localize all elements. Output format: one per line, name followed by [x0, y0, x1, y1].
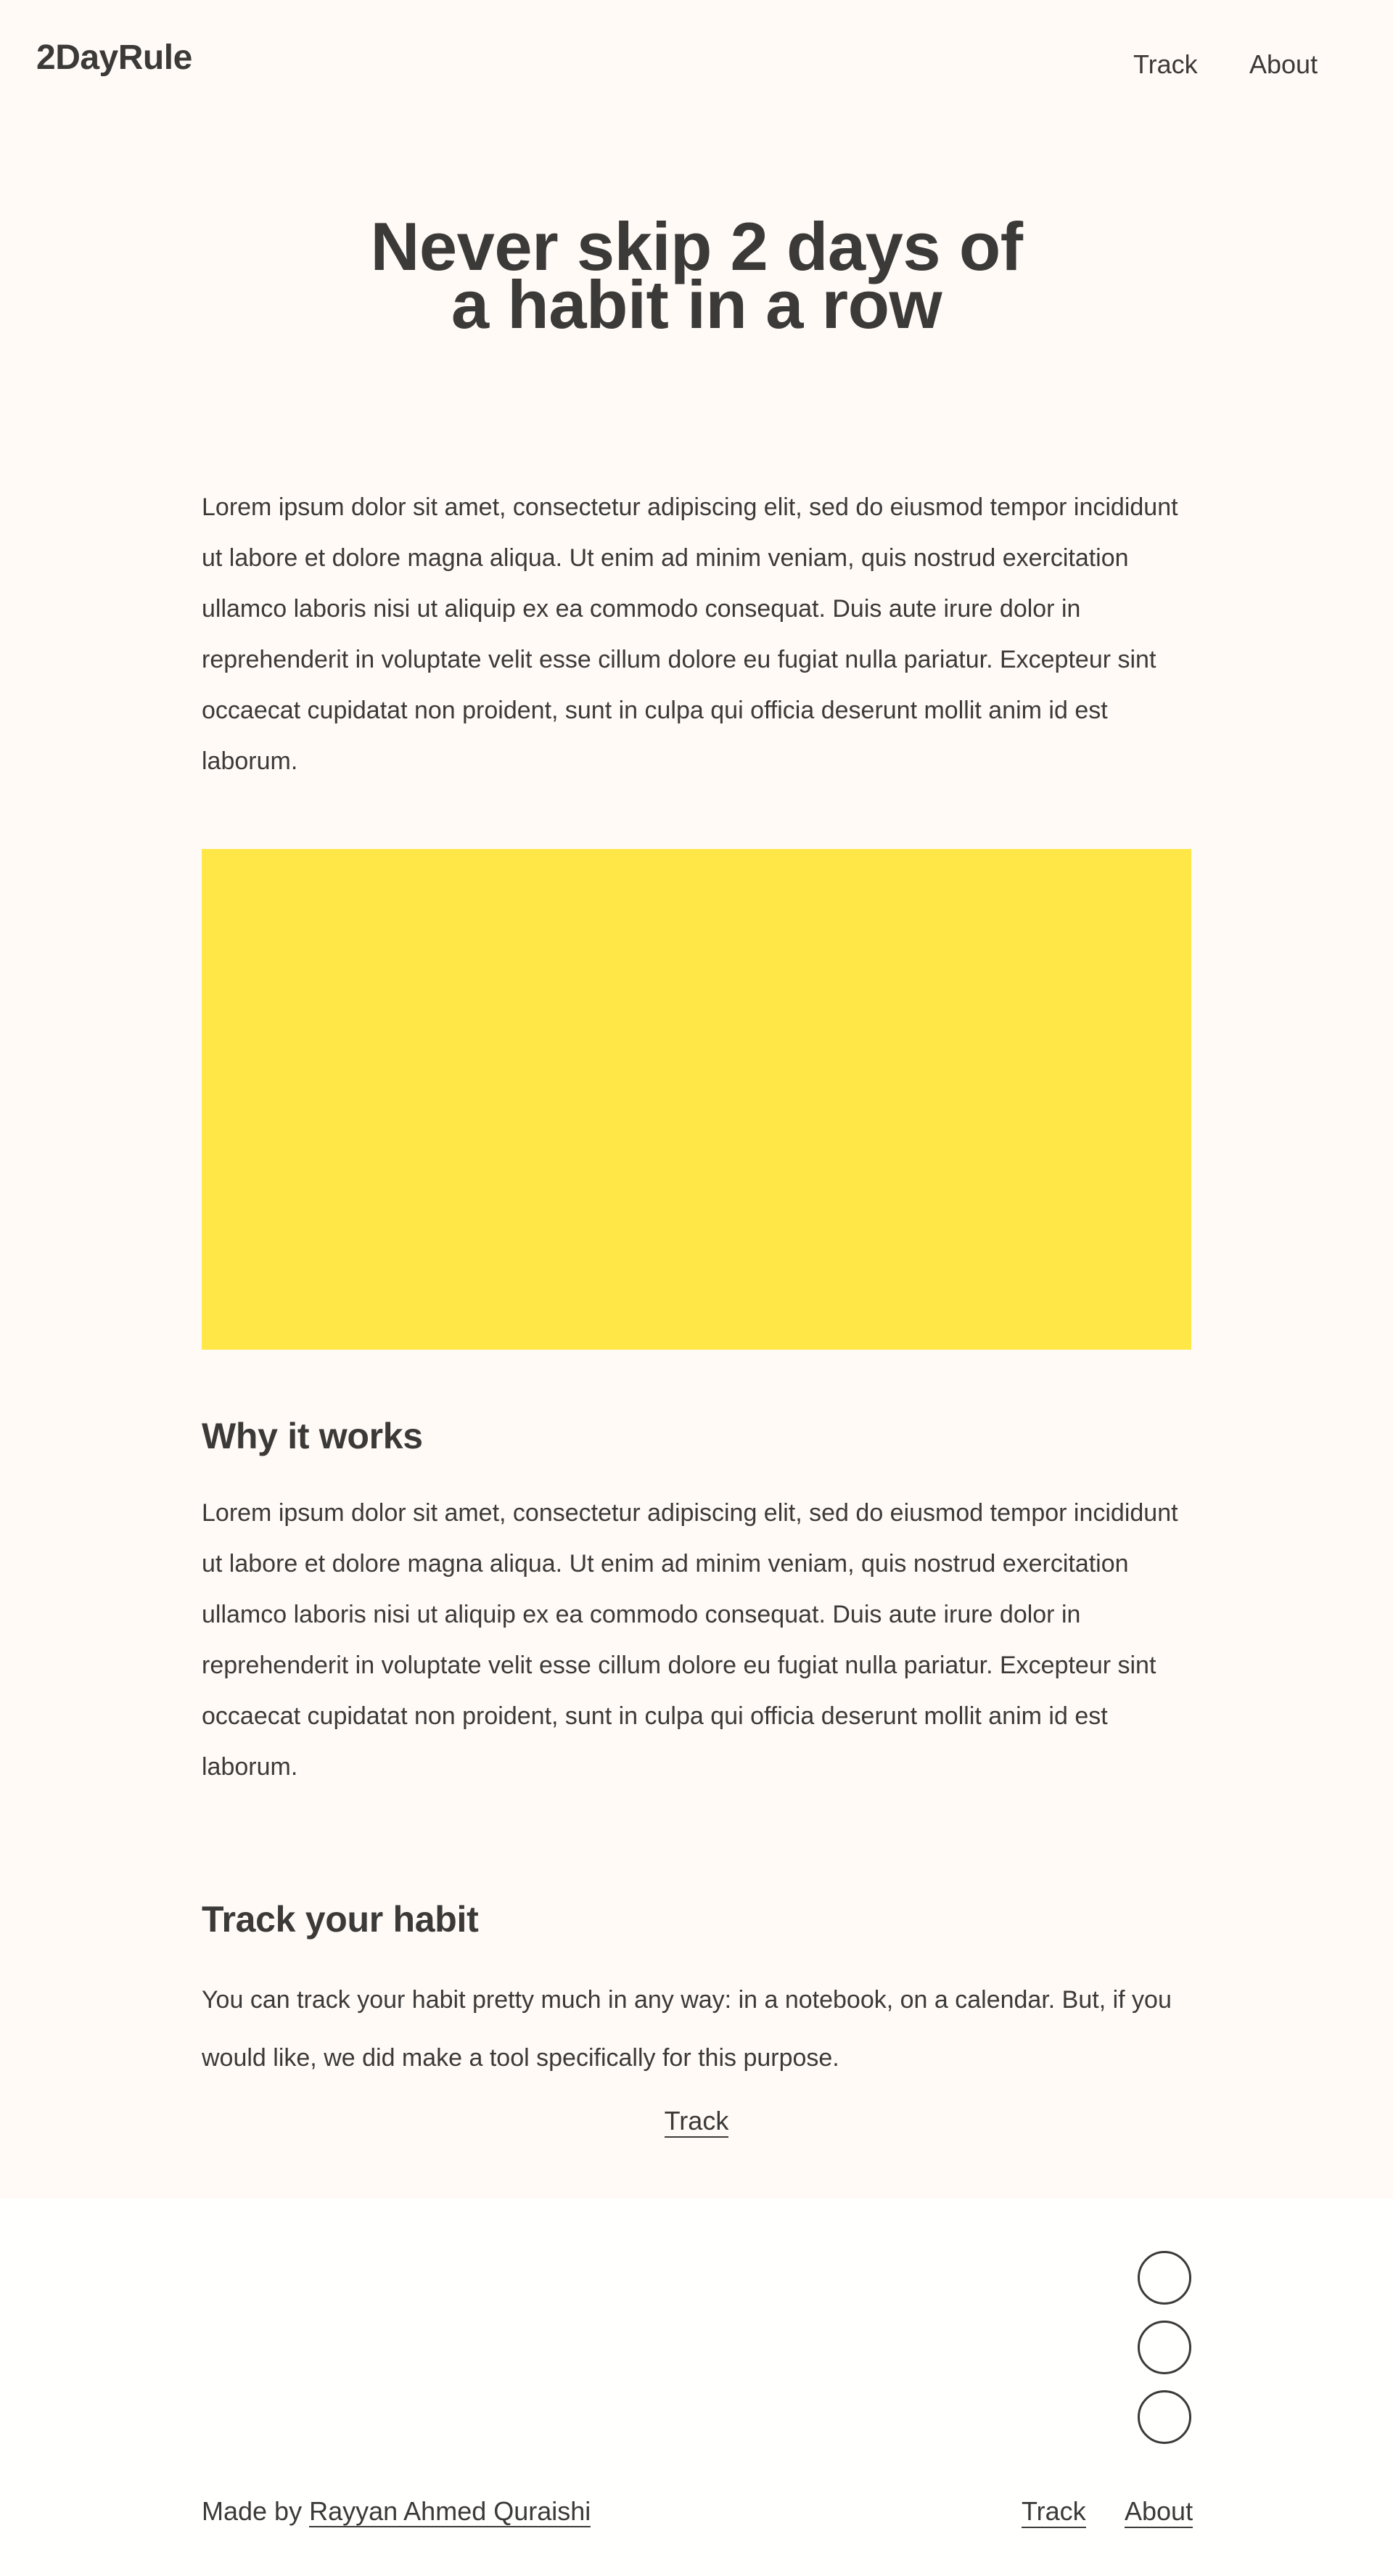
nav-link-track[interactable]: Track [1133, 49, 1198, 80]
circle-icon-button-1[interactable] [1138, 2251, 1191, 2305]
circle-icon-button-2[interactable] [1138, 2321, 1191, 2374]
intro-paragraph: Lorem ipsum dolor sit amet, consectetur … [202, 493, 1178, 775]
why-it-works-paragraph: Lorem ipsum dolor sit amet, consectetur … [202, 1499, 1178, 1781]
image-placeholder [202, 849, 1191, 1350]
footer-nav: Track About [0, 2496, 1393, 2532]
hero-title-line2: a habit in a row [451, 266, 942, 342]
track-habit-paragraph: You can track your habit pretty much in … [202, 1986, 1172, 2072]
why-it-works-heading: Why it works [202, 1416, 423, 1456]
footer-link-track[interactable]: Track [1022, 2496, 1086, 2528]
footer-link-about[interactable]: About [1125, 2496, 1193, 2528]
nav-link-about[interactable]: About [1249, 49, 1318, 80]
track-link[interactable]: Track [664, 2106, 729, 2138]
page: 2DayRule Track About Never skip 2 days o… [0, 0, 1393, 2576]
track-habit-heading: Track your habit [202, 1899, 479, 1940]
main-area: 2DayRule Track About Never skip 2 days o… [0, 0, 1393, 2199]
hero-title: Never skip 2 days of a habit in a row [0, 213, 1393, 339]
track-link-container: Track [0, 2106, 1393, 2138]
circle-icon-button-3[interactable] [1138, 2390, 1191, 2444]
top-nav: Track About [0, 49, 1393, 81]
